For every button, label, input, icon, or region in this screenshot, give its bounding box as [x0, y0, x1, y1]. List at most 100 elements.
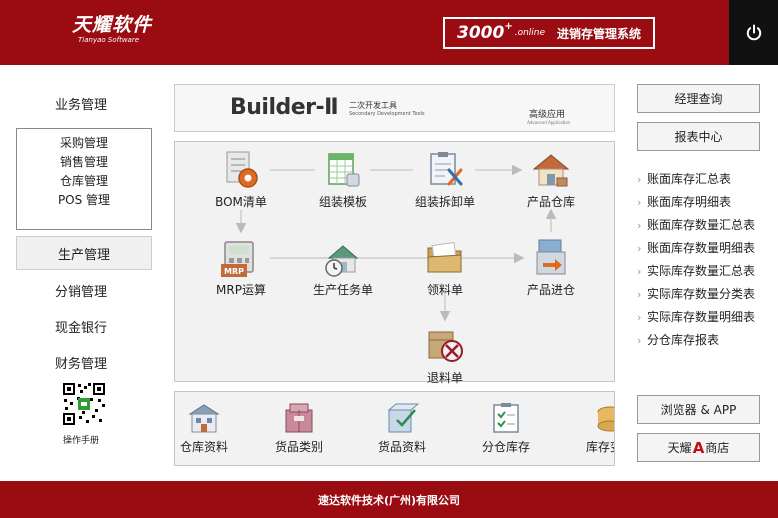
return-box-icon [428, 331, 463, 362]
stock-change-icon [597, 406, 614, 432]
flow-node-bom[interactable]: BOM清单 [191, 150, 291, 210]
nav-cash-bank[interactable]: 现金银行 [55, 317, 107, 336]
flow-label-material-return: 退料单 [426, 371, 463, 385]
report-link[interactable]: › 账面库存数量明细表 [637, 237, 755, 260]
submenu-item-purchase[interactable]: 采购管理 [17, 134, 151, 153]
report-link-label: 分仓库存报表 [647, 333, 720, 347]
report-link-label: 账面库存汇总表 [647, 172, 732, 186]
submenu-item-sales[interactable]: 销售管理 [17, 153, 151, 172]
system-plus: + [504, 20, 513, 32]
system-title: 3000 + .online 进销存管理系统 [443, 17, 655, 49]
logo-en: Tianyao Software [78, 36, 140, 44]
folder-icon [427, 241, 462, 273]
logo-cn: 天耀软件 [72, 14, 153, 36]
flow-node-mrp[interactable]: MRP MRP运算 [191, 238, 291, 298]
strip-label-goods-category: 货品类别 [274, 440, 323, 454]
builder-title: Builder-Ⅱ [230, 95, 339, 120]
store-label-pre: 天耀 [667, 441, 692, 455]
category-boxes-icon [285, 403, 313, 433]
goods-box-check-icon [387, 403, 419, 433]
strip-label-branch-stock: 分仓库存 [481, 440, 530, 454]
warehouse-building-icon [188, 404, 220, 433]
advanced-app-cn: 高级应用 [529, 110, 566, 120]
mrp-icon-text: MRP [224, 267, 244, 276]
nav-finance-management[interactable]: 财务管理 [55, 353, 107, 372]
report-link[interactable]: › 分仓库存报表 [637, 329, 755, 352]
chevron-right-icon: › [637, 219, 642, 232]
company-name: 速达软件技术(广州)有限公司 [317, 493, 461, 507]
flow-label-assembly-template: 组装模板 [318, 195, 367, 209]
flow-node-production-task[interactable]: 生产任务单 [293, 238, 393, 298]
strip-item-goods-category[interactable]: 货品类别 [254, 402, 344, 455]
browser-app-button[interactable]: 浏览器 & APP [637, 395, 760, 424]
flow-label-product-warehouse: 产品仓库 [526, 195, 575, 209]
report-link[interactable]: › 账面库存明细表 [637, 191, 755, 214]
report-link[interactable]: › 实际库存数量明细表 [637, 306, 755, 329]
report-link-label: 账面库存明细表 [647, 195, 732, 209]
chevron-right-icon: › [637, 173, 642, 186]
power-button[interactable] [729, 0, 778, 65]
nav-distribution-management[interactable]: 分销管理 [55, 281, 107, 300]
app-store-button[interactable]: 天耀 A 商店 [637, 433, 760, 462]
manager-query-button[interactable]: 经理查询 [637, 84, 760, 113]
app-logo: 天耀软件 Tianyao Software [72, 14, 152, 45]
flow-node-material-return[interactable]: 退料单 [395, 326, 495, 386]
report-link[interactable]: › 账面库存汇总表 [637, 168, 755, 191]
flow-node-material-requisition[interactable]: 领料单 [395, 238, 495, 298]
report-link-label: 实际库存数量汇总表 [647, 264, 756, 278]
builder-banner[interactable]: Builder-Ⅱ 二次开发工具 Secondary Development T… [174, 84, 615, 132]
strip-item-warehouse-info[interactable]: 仓库资料 [175, 402, 249, 455]
qr-code-icon[interactable] [62, 382, 106, 426]
strip-item-stock-change[interactable]: 库存变动 [565, 402, 614, 455]
strip-item-goods-info[interactable]: 货品资料 [357, 402, 447, 455]
submenu-item-warehouse[interactable]: 仓库管理 [17, 172, 151, 191]
flow-node-product-inbound[interactable]: 产品进仓 [501, 238, 601, 298]
flow-node-product-warehouse[interactable]: 产品仓库 [501, 150, 601, 210]
builder-subtitle-en: Secondary Development Tools [349, 111, 425, 117]
chevron-right-icon: › [637, 242, 642, 255]
report-link-label: 账面库存数量明细表 [647, 241, 756, 255]
flow-label-product-inbound: 产品进仓 [526, 283, 575, 297]
manual-link[interactable]: 操作手册 [63, 433, 99, 446]
strip-label-stock-change: 库存变动 [585, 440, 614, 454]
nav-business-management[interactable]: 业务管理 [55, 94, 107, 113]
checklist-icon [493, 403, 519, 433]
system-online: .online [514, 28, 546, 38]
power-icon [746, 24, 761, 40]
report-link[interactable]: › 实际库存数量汇总表 [637, 260, 755, 283]
submenu-item-pos[interactable]: POS 管理 [17, 191, 151, 210]
mrp-calculator-icon: MRP [221, 241, 254, 277]
chevron-right-icon: › [637, 288, 642, 301]
flow-label-assembly-disassembly: 组装拆卸单 [414, 195, 475, 209]
spreadsheet-icon [328, 153, 360, 187]
factory-clock-icon [325, 245, 359, 277]
system-name: 进销存管理系统 [557, 26, 642, 41]
strip-item-branch-stock[interactable]: 分仓库存 [461, 402, 551, 455]
report-link-label: 账面库存数量汇总表 [647, 218, 756, 232]
advanced-app-en: Advanced Application [527, 120, 571, 125]
chevron-right-icon: › [637, 334, 642, 347]
house-icon [532, 154, 570, 187]
nav-production-management[interactable]: 生产管理 [16, 236, 152, 270]
chevron-right-icon: › [637, 311, 642, 324]
inbound-box-icon [536, 239, 566, 275]
chevron-right-icon: › [637, 196, 642, 209]
chevron-right-icon: › [637, 265, 642, 278]
report-center-button[interactable]: 报表中心 [637, 122, 760, 151]
system-version: 3000 [457, 23, 505, 43]
store-a-logo: A [692, 438, 705, 457]
business-submenu: 采购管理 销售管理 仓库管理 POS 管理 [16, 128, 152, 230]
flow-label-material-requisition: 领料单 [426, 283, 463, 297]
report-link[interactable]: › 账面库存数量汇总表 [637, 214, 755, 237]
flow-label-mrp: MRP运算 [216, 283, 266, 297]
report-link[interactable]: › 实际库存数量分类表 [637, 283, 755, 306]
strip-label-goods-info: 货品资料 [377, 440, 426, 454]
store-label-post: 商店 [705, 441, 730, 455]
flow-node-assembly-disassembly[interactable]: 组装拆卸单 [395, 150, 495, 210]
production-flow-panel: BOM清单 组装模板 组装拆卸单 产品仓库 MRP MRP运算 生产任务单 领料… [174, 141, 615, 385]
strip-label-warehouse-info: 仓库资料 [179, 440, 228, 454]
flow-node-assembly-template[interactable]: 组装模板 [293, 150, 393, 210]
clipboard-tools-icon [430, 152, 463, 186]
flow-label-production-task: 生产任务单 [312, 283, 373, 297]
base-data-strip: 仓库资料 货品类别 货品资料 分仓库存 库存 [174, 391, 615, 466]
